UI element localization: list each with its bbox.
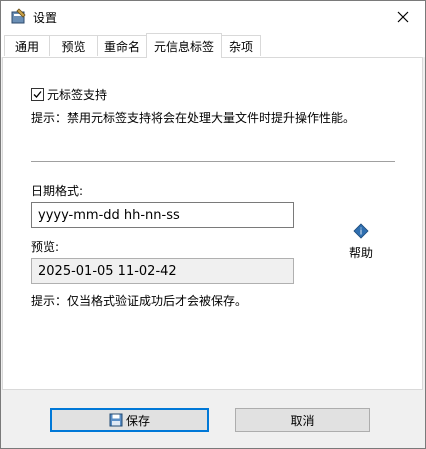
validation-hint: 提示：仅当格式验证成功后才会被保存。	[31, 294, 248, 308]
tab-label: 重命名	[103, 39, 140, 54]
help-button[interactable]: i 帮助	[345, 223, 377, 261]
date-format-label: 日期格式:	[31, 184, 84, 198]
svg-text:i: i	[360, 228, 363, 238]
tab-general[interactable]: 通用	[4, 35, 50, 56]
preview-label: 预览:	[31, 240, 60, 254]
title-bar: 设置	[1, 1, 425, 33]
cancel-label: 取消	[290, 413, 315, 428]
tab-bar: 通用 预览 重命名 元信息标签 杂项	[1, 33, 425, 58]
date-format-input[interactable]: yyyy-mm-dd hh-nn-ss	[31, 202, 294, 228]
help-label: 帮助	[348, 246, 373, 260]
tab-preview[interactable]: 预览	[49, 35, 98, 56]
app-icon	[11, 8, 26, 24]
cancel-button[interactable]: 取消	[235, 408, 370, 432]
tab-misc[interactable]: 杂项	[221, 35, 261, 56]
metadata-support-label: 元标签支持	[47, 88, 108, 102]
tab-metadata[interactable]: 元信息标签	[146, 33, 222, 58]
help-icon: i	[353, 223, 369, 239]
settings-window: 设置 通用 预览 重命名 元信息标签 杂项 元标签支持 提示：禁用元标签支持将会…	[0, 0, 426, 449]
checkbox-box[interactable]	[31, 88, 44, 101]
tab-label: 元信息标签	[153, 39, 214, 54]
divider	[31, 161, 395, 162]
tab-label: 预览	[61, 39, 86, 54]
save-label: 保存	[125, 413, 150, 428]
tab-label: 杂项	[228, 39, 253, 54]
window-title: 设置	[33, 11, 58, 25]
preview-field: 2025-01-05 11-02-42	[31, 258, 294, 284]
close-icon	[397, 11, 409, 23]
metadata-support-checkbox[interactable]: 元标签支持	[31, 86, 107, 103]
tab-rename[interactable]: 重命名	[97, 35, 147, 56]
tab-label: 通用	[14, 39, 39, 54]
save-icon	[109, 413, 123, 427]
preview-value: 2025-01-05 11-02-42	[38, 263, 177, 279]
close-button[interactable]	[381, 1, 425, 33]
save-button[interactable]: 保存	[50, 408, 209, 432]
check-icon	[33, 91, 42, 98]
metadata-hint: 提示：禁用元标签支持将会在处理大量文件时提升操作性能。	[31, 111, 356, 125]
date-format-value: yyyy-mm-dd hh-nn-ss	[38, 207, 180, 223]
